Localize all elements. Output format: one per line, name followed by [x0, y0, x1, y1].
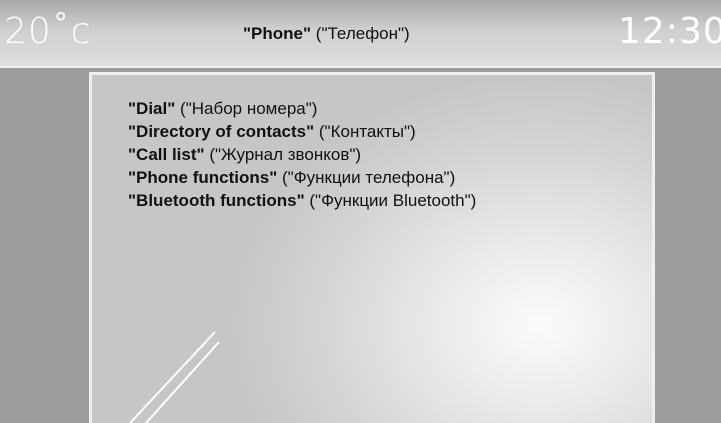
menu-item-label-en: "Dial"	[128, 99, 176, 118]
screen-title-ru: ("Телефон")	[311, 24, 410, 43]
menu-item-bluetooth-functions[interactable]: "Bluetooth functions" ("Функции Bluetoot…	[128, 189, 476, 212]
screen-title-en: "Phone"	[243, 24, 312, 43]
temperature-readout: 20˚c	[4, 11, 92, 52]
menu-item-label-en: "Bluetooth functions"	[128, 191, 305, 210]
clock-readout: 12:30	[618, 11, 721, 52]
phone-menu-panel: "Dial" ("Набор номера") "Directory of co…	[89, 72, 655, 423]
header-divider	[0, 66, 721, 68]
menu-item-label-ru: ("Контакты")	[314, 122, 416, 141]
phone-menu: "Dial" ("Набор номера") "Directory of co…	[128, 97, 476, 212]
menu-item-label-ru: ("Набор номера")	[175, 99, 318, 118]
menu-item-directory-of-contacts[interactable]: "Directory of contacts" ("Контакты")	[128, 120, 476, 143]
menu-item-dial[interactable]: "Dial" ("Набор номера")	[128, 97, 476, 120]
menu-item-label-ru: ("Журнал звонков")	[204, 145, 362, 164]
display-screen: 20˚c "Phone" ("Телефон") 12:30 "Dial" ("…	[0, 0, 721, 423]
menu-item-phone-functions[interactable]: "Phone functions" ("Функции телефона")	[128, 166, 476, 189]
menu-item-label-ru: ("Функции Bluetooth")	[304, 191, 477, 210]
menu-item-label-ru: ("Функции телефона")	[277, 168, 456, 187]
status-bar: 20˚c "Phone" ("Телефон") 12:30	[0, 0, 721, 66]
screen-title: "Phone" ("Телефон")	[243, 24, 410, 44]
menu-item-label-en: "Phone functions"	[128, 168, 278, 187]
menu-item-label-en: "Call list"	[128, 145, 205, 164]
menu-item-call-list[interactable]: "Call list" ("Журнал звонков")	[128, 143, 476, 166]
menu-item-label-en: "Directory of contacts"	[128, 122, 315, 141]
